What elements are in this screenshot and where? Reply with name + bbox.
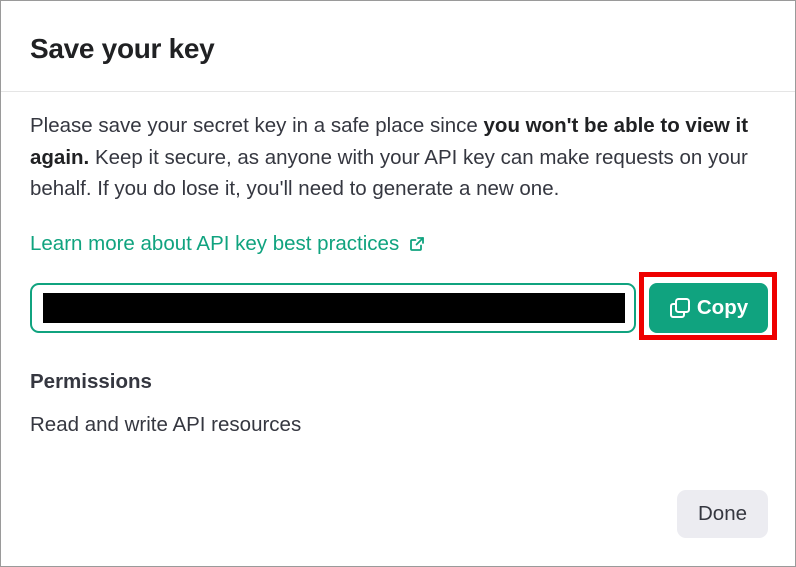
- learn-more-link-label: Learn more about API key best practices: [30, 232, 400, 255]
- external-link-icon: [409, 236, 425, 252]
- permissions-heading: Permissions: [30, 370, 152, 393]
- learn-more-link[interactable]: Learn more about API key best practices: [30, 230, 425, 258]
- copy-icon: [669, 297, 691, 319]
- secret-key-field[interactable]: [30, 283, 636, 333]
- copy-button-label: Copy: [696, 296, 749, 319]
- permissions-value: Read and write API resources: [30, 413, 302, 436]
- copy-button[interactable]: Copy: [649, 283, 768, 333]
- description-text-start: Please save your secret key in a safe pl…: [30, 114, 484, 137]
- title-divider: [1, 91, 795, 92]
- description-text-end: Keep it secure, as anyone with your API …: [30, 145, 748, 201]
- secret-key-input[interactable]: [43, 293, 625, 323]
- save-key-dialog: Save your key Please save your secret ke…: [0, 0, 796, 567]
- done-button[interactable]: Done: [677, 490, 768, 538]
- dialog-title: Save your key: [30, 33, 215, 64]
- dialog-description: Please save your secret key in a safe pl…: [30, 110, 770, 205]
